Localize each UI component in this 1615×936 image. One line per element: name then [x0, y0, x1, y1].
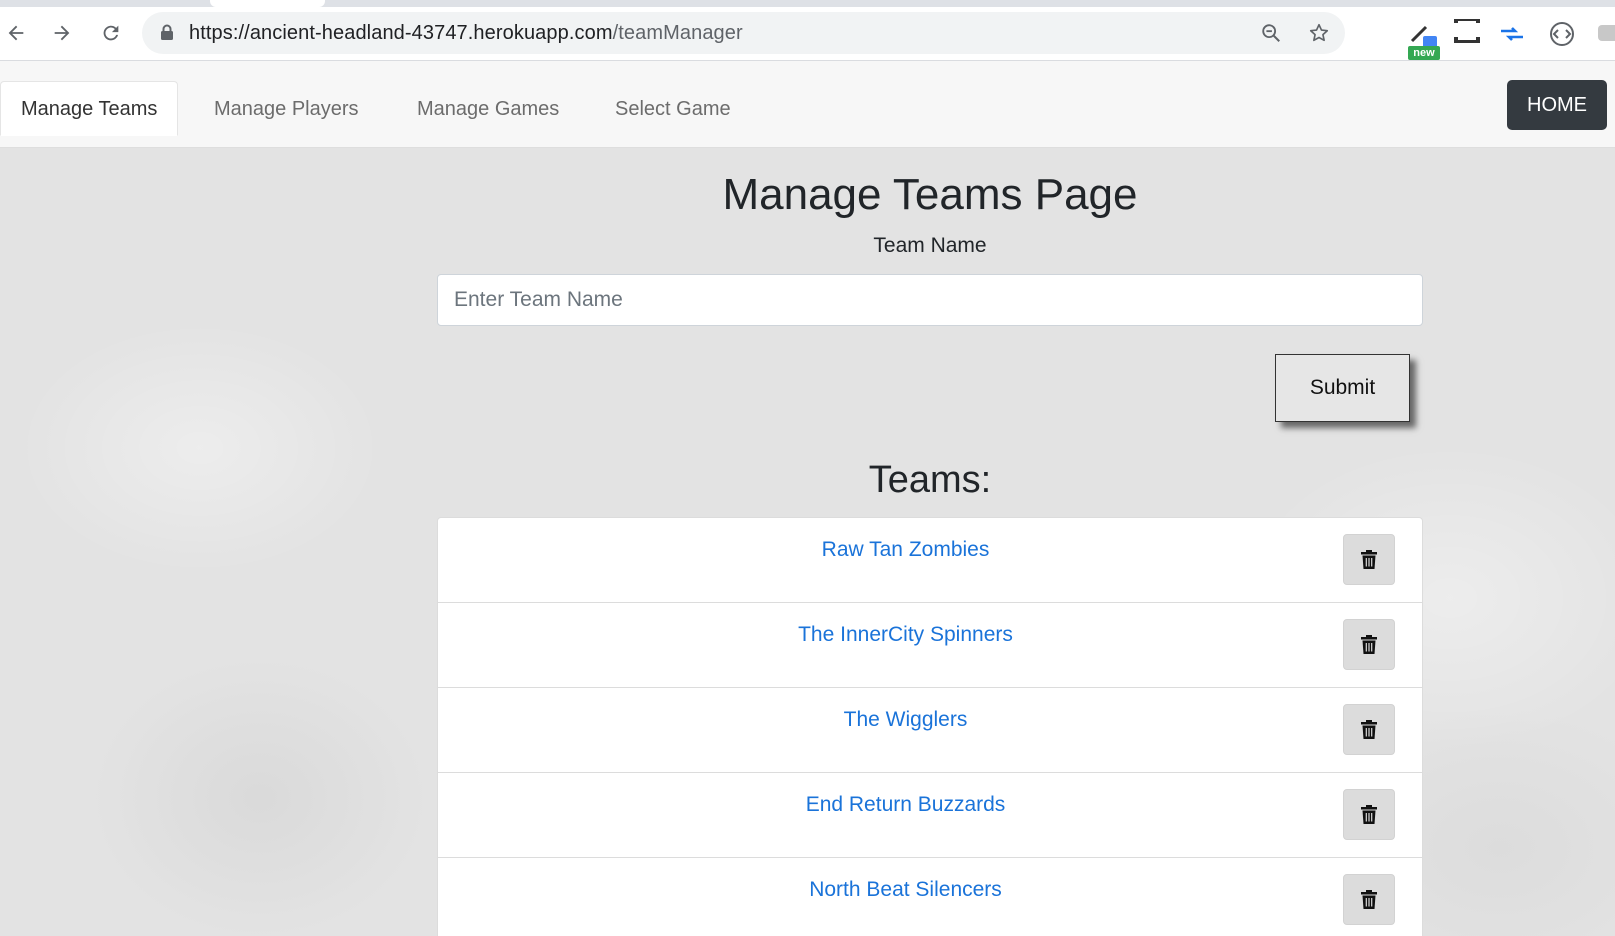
trash-icon [1361, 550, 1377, 569]
team-link[interactable]: Raw Tan Zombies [438, 538, 1373, 562]
screenshot-extension-icon[interactable] [1450, 15, 1484, 49]
delete-team-button[interactable] [1343, 534, 1395, 585]
back-icon[interactable] [0, 17, 32, 49]
address-bar[interactable]: https://ancient-headland-43747.herokuapp… [142, 12, 1345, 54]
delete-team-button[interactable] [1343, 619, 1395, 670]
star-icon[interactable] [1307, 21, 1331, 45]
team-row: End Return Buzzards [438, 773, 1422, 858]
team-list: Raw Tan Zombies The InnerCity Spinners T… [437, 517, 1423, 936]
url-path: /teamManager [612, 22, 743, 44]
trash-icon [1361, 890, 1377, 909]
reload-icon[interactable] [95, 17, 127, 49]
delete-team-button[interactable] [1343, 789, 1395, 840]
tab-manage-teams[interactable]: Manage Teams [0, 81, 179, 136]
teams-heading: Teams: [868, 459, 992, 501]
zoom-icon[interactable] [1259, 21, 1283, 45]
code-extension-icon[interactable] [1545, 17, 1579, 51]
browser-tabstrip [0, 0, 1615, 7]
team-link[interactable]: North Beat Silencers [438, 878, 1373, 902]
team-name-input[interactable] [437, 274, 1423, 326]
app-navbar: Manage Teams Manage Players Manage Games… [0, 61, 1615, 148]
team-link[interactable]: The InnerCity Spinners [438, 623, 1373, 647]
browser-toolbar: https://ancient-headland-43747.herokuapp… [0, 7, 1615, 61]
delete-team-button[interactable] [1343, 704, 1395, 755]
team-link[interactable]: End Return Buzzards [438, 793, 1373, 817]
browser-active-tab[interactable] [210, 0, 325, 7]
url-host: https://ancient-headland-43747.herokuapp… [189, 22, 613, 44]
arrows-extension-icon[interactable] [1495, 17, 1529, 51]
tab-manage-games[interactable]: Manage Games [396, 81, 580, 136]
forward-icon[interactable] [46, 17, 78, 49]
tab-manage-players[interactable]: Manage Players [193, 81, 380, 136]
team-row: The InnerCity Spinners [438, 603, 1422, 688]
tab-select-game[interactable]: Select Game [594, 81, 752, 136]
submit-button[interactable]: Submit [1275, 354, 1410, 422]
team-row: Raw Tan Zombies [438, 518, 1422, 603]
page-title: Manage Teams Page [722, 170, 1138, 219]
main-content: Manage Teams Page Team Name Submit Teams… [0, 148, 1615, 936]
team-row: North Beat Silencers [438, 858, 1422, 936]
new-badge: new [1408, 46, 1440, 60]
trash-icon [1361, 805, 1377, 824]
delete-team-button[interactable] [1343, 874, 1395, 925]
trash-icon [1361, 635, 1377, 654]
team-link[interactable]: The Wigglers [438, 708, 1373, 732]
team-name-label: Team Name [873, 234, 987, 257]
team-row: The Wigglers [438, 688, 1422, 773]
trash-icon [1361, 720, 1377, 739]
lock-icon[interactable] [160, 24, 174, 40]
url-text[interactable]: https://ancient-headland-43747.herokuapp… [189, 22, 743, 45]
home-button[interactable]: HOME [1507, 80, 1607, 130]
chat-extension-icon[interactable] [1594, 17, 1615, 51]
